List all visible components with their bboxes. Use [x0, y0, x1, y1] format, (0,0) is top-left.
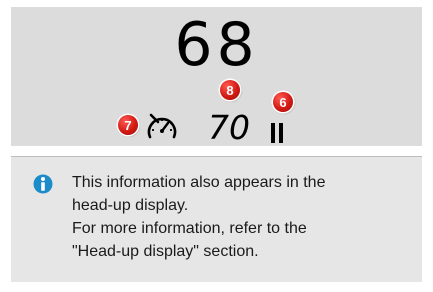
- callout-badge-8: 8: [220, 80, 240, 100]
- instrument-display-panel: 68 8 6 7 70: [11, 7, 422, 146]
- info-note-panel: This information also appears in the hea…: [11, 157, 422, 282]
- callout-badge-6: 6: [273, 92, 293, 112]
- info-line-1: This information also appears in the: [72, 174, 326, 191]
- info-icon: [33, 174, 53, 194]
- callout-badge-7: 7: [118, 115, 138, 135]
- info-line-2: head-up display.: [72, 197, 189, 214]
- speed-limiter-icon: [147, 113, 177, 139]
- info-line-4: "Head-up display" section.: [72, 243, 259, 260]
- info-line-3: For more information, refer to the: [72, 220, 307, 237]
- pause-icon: [271, 123, 285, 143]
- info-note-text: This information also appears in the hea…: [72, 171, 372, 263]
- set-speed-value: 70: [208, 108, 250, 147]
- current-speed-value: 68: [174, 10, 259, 80]
